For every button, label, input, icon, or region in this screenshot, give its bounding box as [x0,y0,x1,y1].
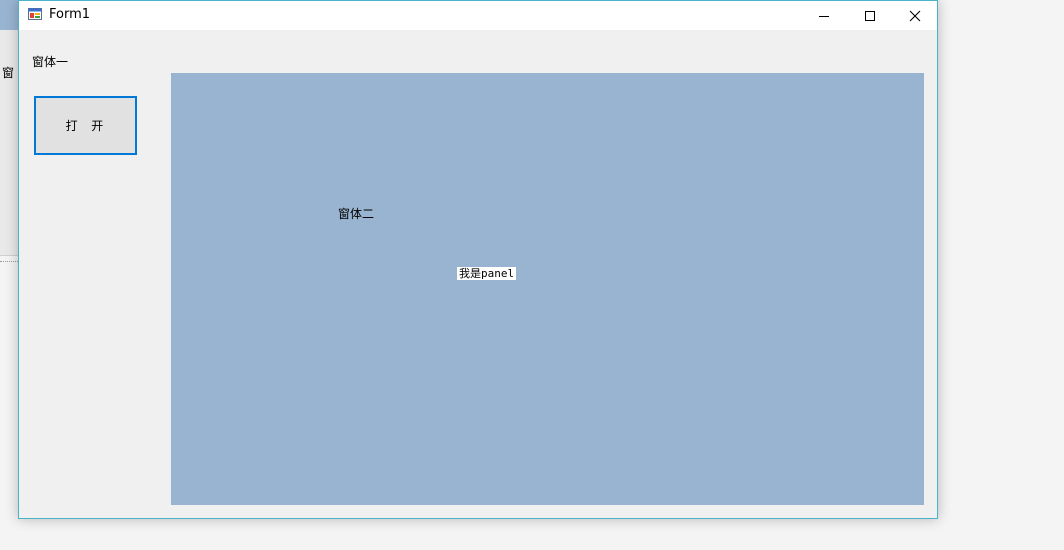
close-button[interactable] [892,1,938,30]
minimize-icon [819,15,829,17]
title-bar[interactable]: Form1 [19,1,937,30]
form-label-2: 窗体二 [338,207,375,221]
maximize-icon [865,10,875,21]
app-icon [28,8,42,20]
content-panel: 窗体二 我是panel [171,73,924,505]
minimize-button[interactable] [801,1,847,30]
panel-text-label: 我是panel [457,267,517,280]
background-divider [0,261,20,262]
maximize-button[interactable] [847,1,893,30]
open-button[interactable]: 打 开 [34,96,137,155]
background-window: 窗 [0,0,20,256]
form-label-1: 窗体一 [32,55,69,69]
window-title: Form1 [49,7,91,22]
close-icon [909,10,921,21]
form1-window: Form1 窗体一 打 开 窗体二 我是panel [18,0,938,519]
